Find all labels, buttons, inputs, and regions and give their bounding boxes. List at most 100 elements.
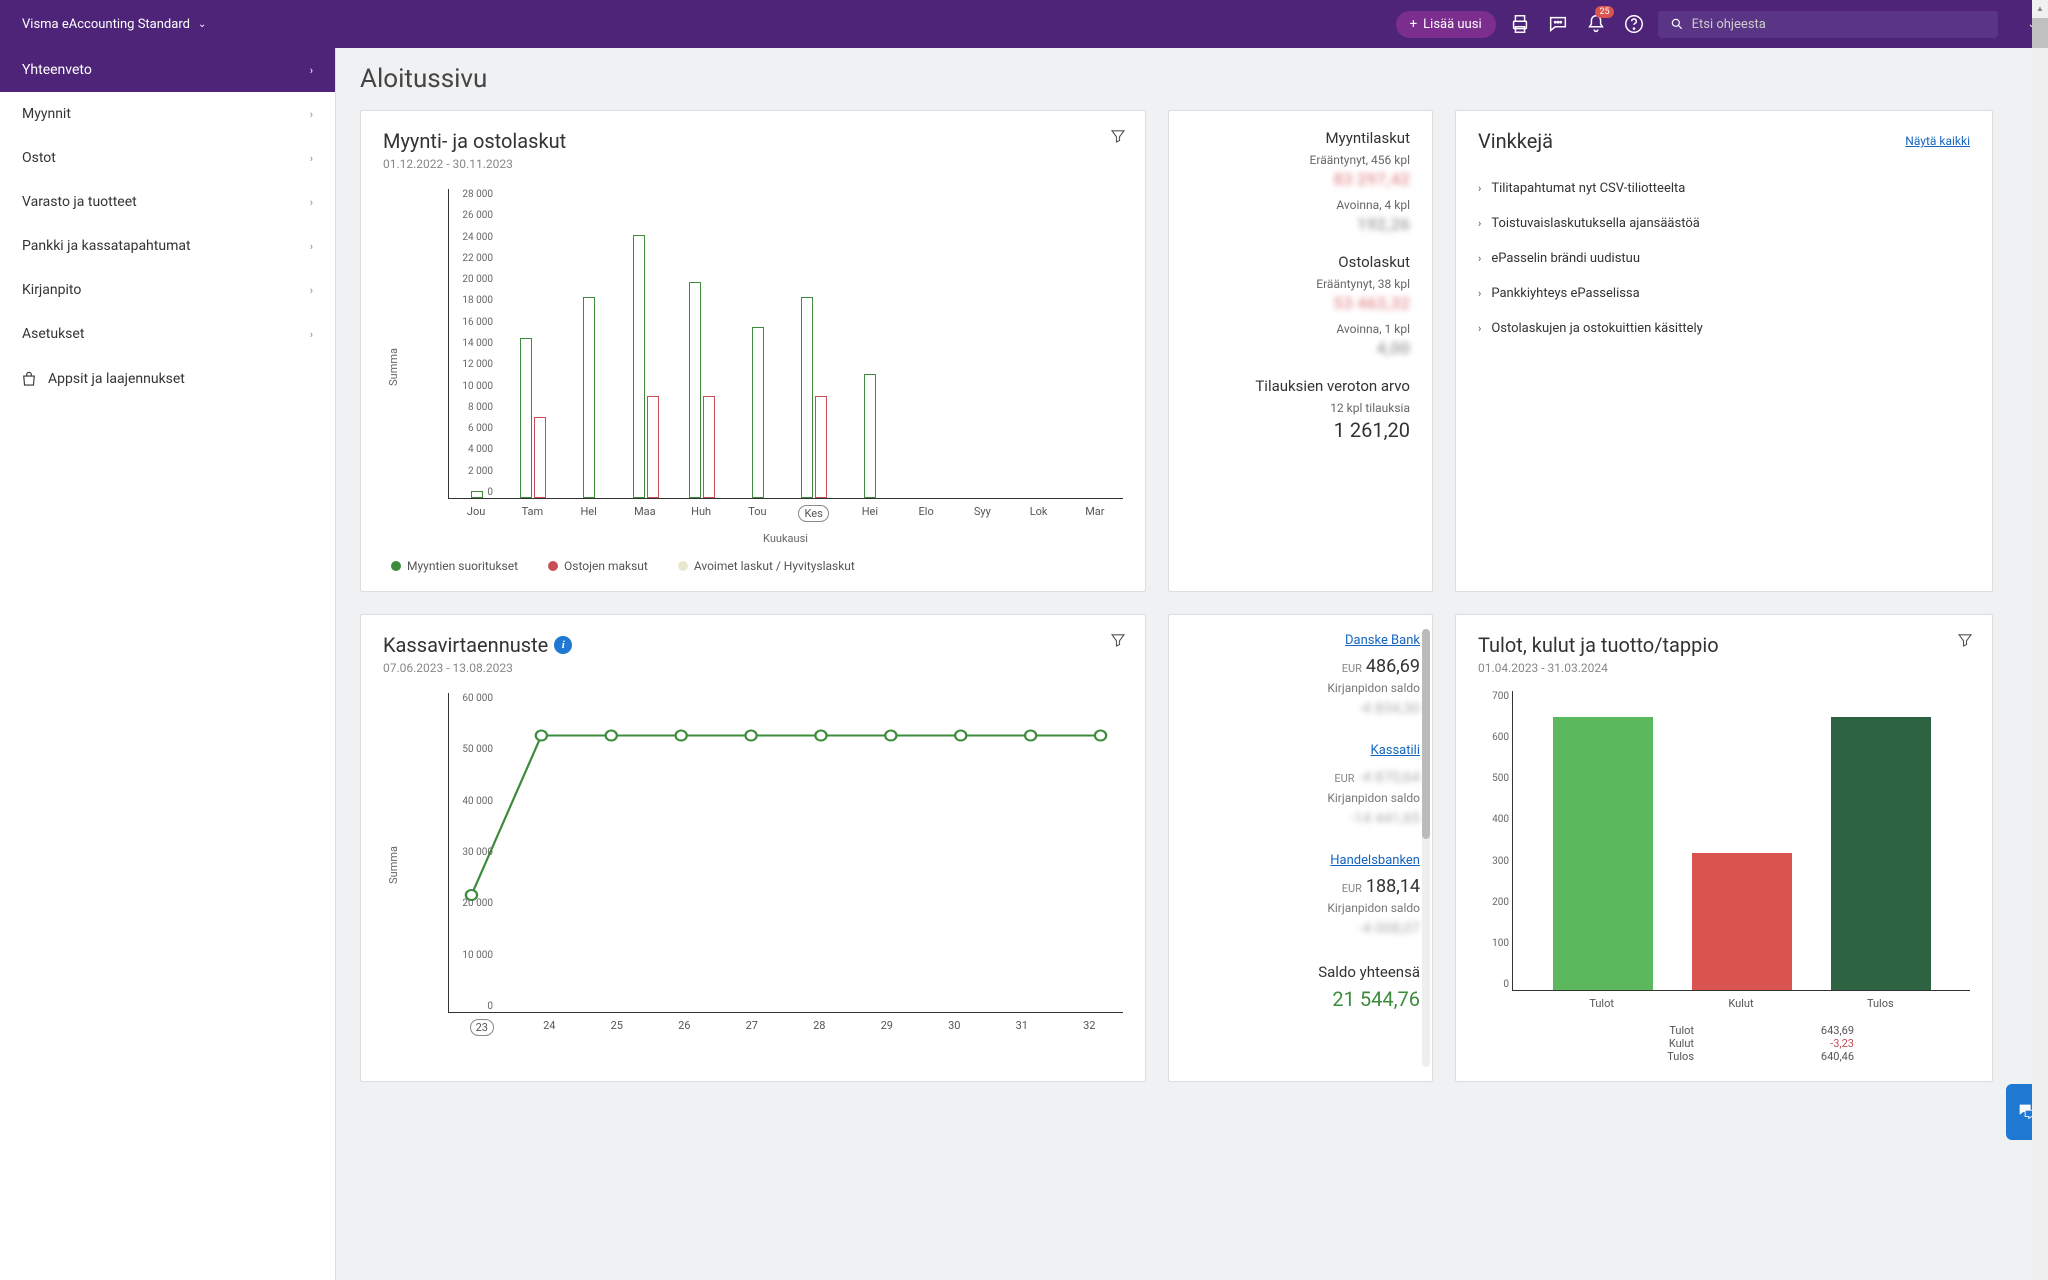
purch-open-amount: 4,00: [1191, 339, 1410, 359]
tips-show-all-link[interactable]: Näytä kaikki: [1905, 134, 1970, 148]
x-tick: 30: [921, 1013, 989, 1036]
bank-link[interactable]: Handelsbanken: [1191, 853, 1420, 868]
x-tick: Tulot: [1552, 997, 1652, 1010]
sidebar-item-label: Kirjanpito: [22, 282, 81, 298]
notification-bell-icon[interactable]: 25: [1582, 10, 1610, 38]
legend-open: Avoimet laskut / Hyvityslaskut: [678, 559, 855, 573]
x-tick: 27: [718, 1013, 786, 1036]
y-axis-label: Summa: [383, 348, 400, 386]
tip-item[interactable]: ›ePasselin brändi uudistuu: [1478, 241, 1970, 276]
scroll-up-arrow[interactable]: ▲: [2032, 0, 2048, 16]
chart-legend: Myyntien suoritukset Ostojen maksut Avoi…: [391, 559, 1123, 573]
tips-card: Vinkkejä Näytä kaikki ›Tilitapahtumat ny…: [1455, 110, 1993, 592]
filter-icon[interactable]: [1109, 127, 1127, 145]
header-actions: + Lisää uusi 25 Etsi ohjeesta ⌄: [1396, 10, 2036, 38]
x-axis-label: Kuukausi: [448, 532, 1123, 545]
sales-overdue-count: Erääntynyt, 456 kpl: [1191, 153, 1410, 167]
sidebar-apps-label: Appsit ja laajennukset: [48, 371, 185, 387]
search-placeholder: Etsi ohjeesta: [1692, 17, 1766, 32]
x-tick: Jou: [448, 499, 504, 522]
bar-kulut: [1692, 853, 1792, 990]
bank-bookkeeping-label: Kirjanpidon saldo: [1191, 901, 1420, 915]
sidebar-item-label: Pankki ja kassatapahtumat: [22, 238, 191, 254]
x-tick: Huh: [673, 499, 729, 522]
chat-icon[interactable]: [1544, 10, 1572, 38]
invoice-stats-card: Myyntilaskut Erääntynyt, 456 kpl 83 297,…: [1168, 110, 1433, 592]
bag-icon: [20, 370, 38, 388]
total-balance-label: Saldo yhteensä: [1191, 963, 1420, 981]
chevron-right-icon: ›: [1478, 287, 1481, 300]
x-tick: Tam: [504, 499, 560, 522]
x-tick: 26: [651, 1013, 719, 1036]
sidebar-item-label: Asetukset: [22, 326, 84, 342]
sidebar-item-kirjanpito[interactable]: Kirjanpito ›: [0, 268, 335, 312]
page-title: Aloitussivu: [360, 64, 2024, 94]
product-name: Visma eAccounting Standard: [22, 17, 190, 32]
x-tick: Tou: [729, 499, 785, 522]
x-tick: Hel: [561, 499, 617, 522]
sidebar-item-yhteenveto[interactable]: Yhteenveto›: [0, 48, 335, 92]
card-title: Kassavirtaennuste: [383, 633, 548, 657]
filter-icon[interactable]: [1109, 631, 1127, 649]
tip-text: Toistuvaislaskutuksella ajansäästöä: [1491, 216, 1700, 231]
sales-open-amount: 192,26: [1191, 215, 1410, 235]
card-date-range: 01.04.2023 - 31.03.2024: [1478, 661, 1970, 675]
x-tick: 25: [583, 1013, 651, 1036]
bank-bookkeeping-balance: -4 834,30: [1191, 699, 1420, 717]
tip-item[interactable]: ›Ostolaskujen ja ostokuittien käsittely: [1478, 311, 1970, 346]
help-icon[interactable]: [1620, 10, 1648, 38]
legend-sales: Myyntien suoritukset: [391, 559, 518, 573]
chevron-right-icon: ›: [310, 196, 313, 209]
bank-bookkeeping-label: Kirjanpidon saldo: [1191, 681, 1420, 695]
tip-item[interactable]: ›Pankkiyhteys ePasselissa: [1478, 276, 1970, 311]
chevron-right-icon: ›: [310, 152, 313, 165]
cashflow-forecast-card: Kassavirtaennuste i 07.06.2023 - 13.08.2…: [360, 614, 1146, 1082]
bar-tulot: [1553, 717, 1653, 990]
sidebar-item-ostot[interactable]: Ostot›: [0, 136, 335, 180]
info-icon[interactable]: i: [554, 636, 572, 654]
chevron-right-icon: ›: [310, 64, 313, 77]
add-new-button[interactable]: + Lisää uusi: [1396, 11, 1496, 38]
x-tick: Maa: [617, 499, 673, 522]
orders-count: 12 kpl tilauksia: [1191, 401, 1410, 415]
scrollbar[interactable]: [1422, 629, 1430, 1067]
purch-overdue-amount: 53 463,32: [1191, 294, 1410, 314]
product-selector[interactable]: Visma eAccounting Standard ⌄: [12, 11, 332, 38]
y-axis-label: Summa: [383, 846, 400, 884]
bank-accounts-card: Danske Bank EUR486,69 Kirjanpidon saldo …: [1168, 614, 1433, 1082]
help-search-input[interactable]: Etsi ohjeesta: [1658, 11, 1998, 38]
orders-value: 1 261,20: [1191, 418, 1410, 442]
tip-text: Tilitapahtumat nyt CSV-tiliotteelta: [1491, 181, 1685, 196]
x-tick: 29: [853, 1013, 921, 1036]
tip-item[interactable]: ›Tilitapahtumat nyt CSV-tiliotteelta: [1478, 171, 1970, 206]
filter-icon[interactable]: [1956, 631, 1974, 649]
legend-purchases: Ostojen maksut: [548, 559, 648, 573]
tips-title: Vinkkejä: [1478, 129, 1553, 153]
sidebar-item-asetukset[interactable]: Asetukset›: [0, 312, 335, 356]
chevron-right-icon: ›: [310, 284, 313, 297]
chevron-right-icon: ›: [1478, 217, 1481, 230]
bank-link[interactable]: Danske Bank: [1191, 633, 1420, 648]
tip-item[interactable]: › Toistuvaislaskutuksella ajansäästöä: [1478, 206, 1970, 241]
x-tick: Lok: [1011, 499, 1067, 522]
sidebar-item-pankki-ja-kassatapahtumat[interactable]: Pankki ja kassatapahtumat ›: [0, 224, 335, 268]
income-expense-profit-card: Tulot, kulut ja tuotto/tappio 01.04.2023…: [1455, 614, 1993, 1082]
sidebar-apps-extensions[interactable]: Appsit ja laajennukset: [0, 356, 335, 402]
print-icon[interactable]: [1506, 10, 1534, 38]
orders-heading: Tilauksien veroton arvo: [1191, 377, 1410, 395]
pl-chart: 7006005004003002001000 Tulot Kulut Tulos…: [1478, 691, 1970, 1063]
sidebar-item-myynnit[interactable]: Myynnit›: [0, 92, 335, 136]
chevron-right-icon: ›: [1478, 322, 1481, 335]
card-title: Myynti- ja ostolaskut: [383, 129, 1123, 153]
x-tick: Kulut: [1691, 997, 1791, 1010]
bank-link[interactable]: Kassatili: [1191, 743, 1420, 758]
bank-bookkeeping-balance: -4 008,07: [1191, 919, 1420, 937]
chevron-right-icon: ›: [1478, 252, 1481, 265]
sales-purchase-invoices-card: Myynti- ja ostolaskut 01.12.2022 - 30.11…: [360, 110, 1146, 592]
x-tick: Mar: [1067, 499, 1123, 522]
page-scrollbar[interactable]: ▲: [2032, 0, 2048, 1280]
sidebar-item-varasto-ja-tuotteet[interactable]: Varasto ja tuotteet›: [0, 180, 335, 224]
chevron-right-icon: ›: [310, 240, 313, 253]
bank-balance: 486,69: [1366, 656, 1420, 677]
x-tick: Elo: [898, 499, 954, 522]
